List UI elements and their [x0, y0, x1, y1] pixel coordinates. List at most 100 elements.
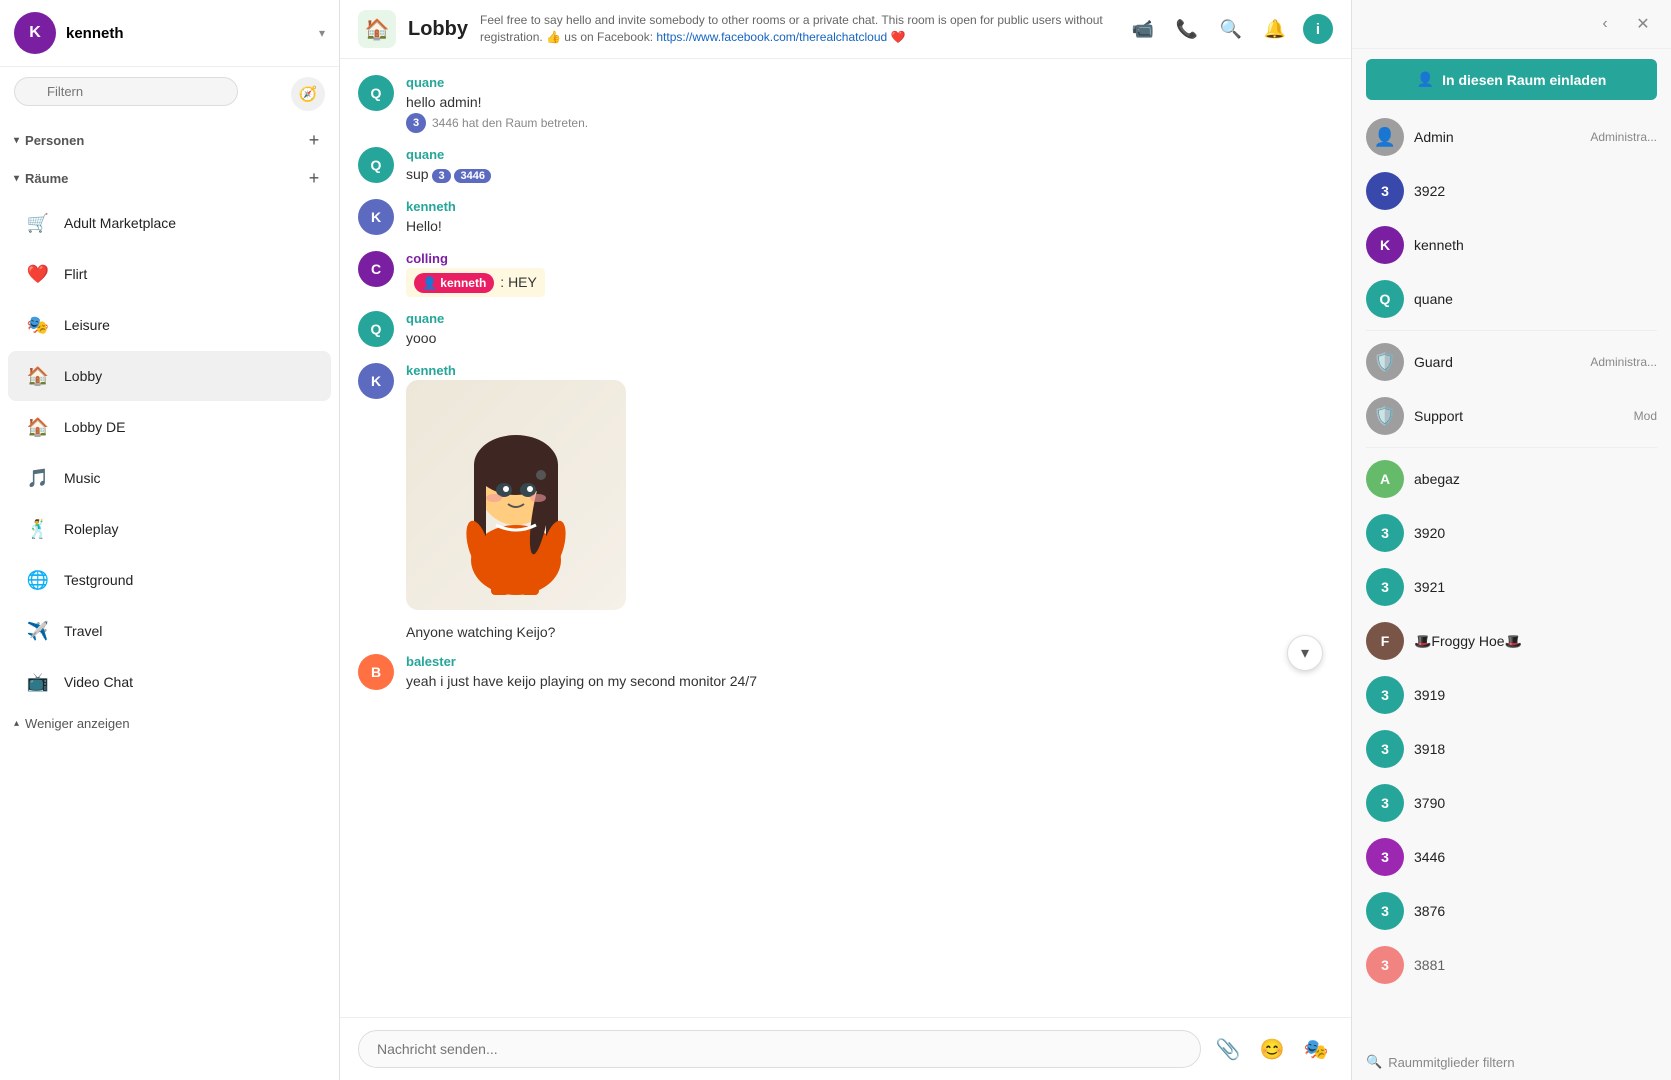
- info-button[interactable]: i: [1303, 14, 1333, 44]
- video-button[interactable]: 📹: [1127, 13, 1159, 45]
- member-item-support[interactable]: 🛡️ Support Mod: [1352, 389, 1671, 443]
- room-item-adult-marketplace[interactable]: 🛒 Adult Marketplace: [8, 198, 331, 248]
- member-avatar: 3: [1366, 568, 1404, 606]
- search-wrapper: 🔍: [14, 77, 283, 111]
- chat-description: Feel free to say hello and invite somebo…: [480, 12, 1115, 46]
- add-person-button[interactable]: +: [303, 129, 325, 151]
- message-avatar[interactable]: Q: [358, 147, 394, 183]
- room-icon-lobby: 🏠: [22, 360, 54, 392]
- badge-mention: 3: [432, 169, 450, 183]
- compass-button[interactable]: 🧭: [291, 77, 325, 111]
- member-name: quane: [1414, 291, 1657, 307]
- member-item-3881[interactable]: 3 3881: [1352, 938, 1671, 992]
- member-item-3920[interactable]: 3 3920: [1352, 506, 1671, 560]
- member-list: 👤 Admin Administra... 3 3922 K kenneth Q…: [1352, 110, 1671, 1044]
- message-username[interactable]: kenneth: [406, 363, 1333, 378]
- member-avatar: K: [1366, 226, 1404, 264]
- system-message-text: 3446 hat den Raum betreten.: [432, 116, 588, 130]
- room-name-lobby-de: Lobby DE: [64, 419, 125, 435]
- search-members[interactable]: 🔍 Raummitglieder filtern: [1352, 1044, 1671, 1080]
- message-content: quane sup 3 3446: [406, 147, 1333, 185]
- member-item-3919[interactable]: 3 3919: [1352, 668, 1671, 722]
- sticker-image: [406, 380, 626, 610]
- personen-section-header[interactable]: ▾ Personen +: [0, 121, 339, 159]
- member-item-admin[interactable]: 👤 Admin Administra...: [1352, 110, 1671, 164]
- message-username[interactable]: balester: [406, 654, 1333, 669]
- less-caret: ▴: [14, 718, 19, 729]
- member-avatar: F: [1366, 622, 1404, 660]
- search-input[interactable]: [14, 77, 238, 106]
- less-button[interactable]: ▴ Weniger anzeigen: [0, 708, 339, 739]
- attachment-button[interactable]: 📎: [1211, 1032, 1245, 1066]
- message-username[interactable]: quane: [406, 311, 1333, 326]
- member-name: 3790: [1414, 795, 1657, 811]
- right-panel: ‹ ✕ 👤 In diesen Raum einladen 👤 Admin Ad…: [1351, 0, 1671, 1080]
- room-item-testground[interactable]: 🌐 Testground: [8, 555, 331, 605]
- search-chat-button[interactable]: 🔍: [1215, 13, 1247, 45]
- member-item-3922[interactable]: 3 3922: [1352, 164, 1671, 218]
- message-avatar[interactable]: C: [358, 251, 394, 287]
- standalone-text: Anyone watching Keijo?: [358, 624, 1333, 640]
- chat-header: 🏠 Lobby Feel free to say hello and invit…: [340, 0, 1351, 59]
- notification-button[interactable]: 🔔: [1259, 13, 1291, 45]
- user-menu-chevron[interactable]: ▾: [319, 26, 325, 40]
- message-content: kenneth: [406, 363, 1333, 610]
- raume-section-header[interactable]: ▾ Räume +: [0, 159, 339, 197]
- main-chat: 🏠 Lobby Feel free to say hello and invit…: [340, 0, 1351, 1080]
- message-avatar[interactable]: B: [358, 654, 394, 690]
- room-item-travel[interactable]: ✈️ Travel: [8, 606, 331, 656]
- raume-caret: ▾: [14, 173, 19, 184]
- sticker-button[interactable]: 🎭: [1299, 1032, 1333, 1066]
- member-item-froggy[interactable]: F 🎩Froggy Hoe🎩: [1352, 614, 1671, 668]
- member-name: Admin: [1414, 129, 1580, 145]
- member-item-3790[interactable]: 3 3790: [1352, 776, 1671, 830]
- room-item-leisure[interactable]: 🎭 Leisure: [8, 300, 331, 350]
- member-item-kenneth[interactable]: K kenneth: [1352, 218, 1671, 272]
- add-room-button[interactable]: +: [303, 167, 325, 189]
- message-username[interactable]: kenneth: [406, 199, 1333, 214]
- member-role: Administra...: [1590, 130, 1657, 144]
- raume-label: Räume: [25, 171, 68, 186]
- message-avatar[interactable]: K: [358, 199, 394, 235]
- member-item-quane[interactable]: Q quane: [1352, 272, 1671, 326]
- room-icon-testground: 🌐: [22, 564, 54, 596]
- member-item-3921[interactable]: 3 3921: [1352, 560, 1671, 614]
- member-item-guard[interactable]: 🛡️ Guard Administra...: [1352, 335, 1671, 389]
- invite-label: In diesen Raum einladen: [1442, 72, 1606, 88]
- system-message: 3 3446 hat den Raum betreten.: [406, 113, 1333, 133]
- room-item-lobby[interactable]: 🏠 Lobby: [8, 351, 331, 401]
- member-avatar: 3: [1366, 784, 1404, 822]
- room-item-music[interactable]: 🎵 Music: [8, 453, 331, 503]
- room-item-video-chat[interactable]: 📺 Video Chat: [8, 657, 331, 707]
- message-avatar[interactable]: Q: [358, 75, 394, 111]
- message-avatar[interactable]: Q: [358, 311, 394, 347]
- user-avatar[interactable]: K: [14, 12, 56, 54]
- message-username[interactable]: quane: [406, 147, 1333, 162]
- member-avatar: 3: [1366, 172, 1404, 210]
- room-name-video-chat: Video Chat: [64, 674, 133, 690]
- room-item-roleplay[interactable]: 🕺 Roleplay: [8, 504, 331, 554]
- collapse-panel-button[interactable]: ‹: [1591, 10, 1619, 38]
- room-item-flirt[interactable]: ❤️ Flirt: [8, 249, 331, 299]
- invite-button[interactable]: 👤 In diesen Raum einladen: [1366, 59, 1657, 100]
- close-panel-button[interactable]: ✕: [1629, 10, 1657, 38]
- message-username[interactable]: quane: [406, 75, 1333, 90]
- room-name-flirt: Flirt: [64, 266, 87, 282]
- member-item-3876[interactable]: 3 3876: [1352, 884, 1671, 938]
- message-avatar[interactable]: K: [358, 363, 394, 399]
- message-username[interactable]: colling: [406, 251, 1333, 266]
- message-input[interactable]: [358, 1030, 1201, 1068]
- scroll-to-bottom-button[interactable]: ▾: [1287, 635, 1323, 671]
- member-item-3446[interactable]: 3 3446: [1352, 830, 1671, 884]
- personen-caret: ▾: [14, 135, 19, 146]
- member-item-3918[interactable]: 3 3918: [1352, 722, 1671, 776]
- member-item-abegaz[interactable]: A abegaz: [1352, 452, 1671, 506]
- phone-button[interactable]: 📞: [1171, 13, 1203, 45]
- room-name-roleplay: Roleplay: [64, 521, 118, 537]
- member-avatar: 3: [1366, 730, 1404, 768]
- facebook-link[interactable]: https://www.facebook.com/therealchatclou…: [656, 30, 887, 44]
- member-name: Support: [1414, 408, 1624, 424]
- less-label: Weniger anzeigen: [25, 716, 130, 731]
- emoji-button[interactable]: 😊: [1255, 1032, 1289, 1066]
- room-item-lobby-de[interactable]: 🏠 Lobby DE: [8, 402, 331, 452]
